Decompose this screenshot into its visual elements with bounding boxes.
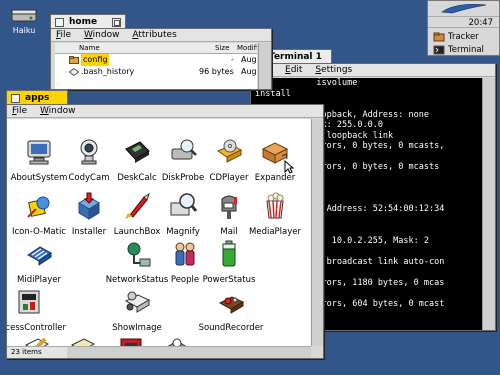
networkstatus-icon bbox=[127, 242, 151, 267]
terminal-scrollbar[interactable] bbox=[482, 78, 495, 330]
installer-icon bbox=[78, 192, 100, 220]
mediaplayer-icon bbox=[266, 192, 284, 219]
home-file-list: Name Size Modified config - Aug 0 .bash_… bbox=[55, 43, 257, 89]
home-window-tab[interactable]: home bbox=[50, 14, 126, 29]
apps-status-bar: 23 items bbox=[7, 346, 67, 358]
showimage-icon bbox=[124, 291, 151, 313]
home-window: File Window Attributes Name Size Modifie… bbox=[50, 28, 272, 90]
app-label: SoundRecorder bbox=[198, 323, 264, 333]
app-processcontroller[interactable]: ProcessController bbox=[7, 287, 73, 333]
file-size: - bbox=[231, 55, 234, 64]
file-size: 96 bytes bbox=[199, 67, 234, 76]
home-window-title: home bbox=[69, 17, 98, 27]
document-icon bbox=[69, 68, 79, 76]
apps-menubar: File Window bbox=[7, 105, 323, 118]
file-row-config[interactable]: config - Aug 0 bbox=[55, 54, 257, 66]
app-showimage[interactable]: ShowImage bbox=[105, 287, 169, 333]
file-name: .bash_history bbox=[81, 67, 135, 76]
home-close-button[interactable] bbox=[55, 18, 64, 27]
home-menu-window[interactable]: Window bbox=[79, 29, 125, 41]
app-label: Expander bbox=[254, 173, 296, 183]
app-label: MediaPlayer bbox=[249, 227, 301, 237]
deskbar-item-tracker[interactable]: Tracker bbox=[432, 31, 479, 43]
cdplayer-icon bbox=[216, 139, 243, 163]
apps-menu-window[interactable]: Window bbox=[35, 105, 81, 117]
file-modified: Aug 0 bbox=[241, 55, 257, 64]
people-icon bbox=[175, 242, 195, 266]
stylededit-icon[interactable] bbox=[23, 335, 51, 346]
terminal-line: install bbox=[255, 88, 291, 99]
hard-disk-icon bbox=[11, 9, 37, 22]
file-name: config bbox=[81, 54, 110, 66]
magnify-icon bbox=[170, 193, 198, 216]
apps-horizontal-scrollbar[interactable] bbox=[67, 346, 311, 358]
apps-vertical-scrollbar[interactable] bbox=[311, 119, 323, 346]
haiku-leaf-logo[interactable] bbox=[438, 2, 490, 15]
apps-window-title: apps bbox=[25, 93, 50, 103]
icon-o-matic-icon bbox=[27, 196, 50, 218]
home-scrollbar[interactable] bbox=[258, 43, 271, 89]
deskbar-clock[interactable]: 20:47 bbox=[428, 16, 499, 28]
file-modified: Aug 0 bbox=[241, 67, 257, 76]
home-menu-attributes[interactable]: Attributes bbox=[127, 29, 181, 41]
app-soundrecorder[interactable]: SoundRecorder bbox=[191, 287, 271, 333]
haiku-desktop-icon[interactable]: Haiku bbox=[6, 6, 42, 36]
tv-icon[interactable] bbox=[117, 335, 145, 346]
terminal-app-icon[interactable] bbox=[69, 335, 97, 346]
apps-icon-grid: AboutSystem CodyCam DeskCalc DiskProbe C… bbox=[7, 119, 311, 346]
app-expander[interactable]: Expander bbox=[243, 137, 307, 183]
column-header-name[interactable]: Name bbox=[79, 43, 100, 53]
apps-close-button[interactable] bbox=[11, 94, 20, 103]
deskbar: 20:47 Tracker Terminal bbox=[427, 0, 500, 56]
deskbar-item-terminal[interactable]: Terminal bbox=[432, 44, 484, 56]
home-menu-file[interactable]: File bbox=[51, 29, 76, 41]
file-row-bash-history[interactable]: .bash_history 96 bytes Aug 0 bbox=[55, 66, 257, 78]
terminal-window-title: Terminal 1 bbox=[269, 52, 322, 62]
processcontroller-icon bbox=[18, 290, 40, 314]
deskbar-item-label: Terminal bbox=[448, 45, 484, 55]
midiplayer-icon bbox=[27, 246, 52, 266]
home-column-header: Name Size Modified bbox=[55, 43, 257, 54]
terminal-menu-settings[interactable]: Settings bbox=[310, 64, 357, 76]
home-zoom-button[interactable] bbox=[112, 18, 121, 27]
app-label: ShowImage bbox=[112, 323, 162, 333]
mouse-pointer-icon bbox=[284, 160, 294, 174]
column-header-modified[interactable]: Modified bbox=[237, 43, 257, 53]
app-label: PowerStatus bbox=[202, 275, 256, 285]
app-midiplayer[interactable]: MidiPlayer bbox=[7, 239, 71, 285]
column-header-size[interactable]: Size bbox=[215, 43, 229, 53]
apps-window-tab[interactable]: apps bbox=[6, 90, 68, 105]
haiku-desktop-label: Haiku bbox=[12, 26, 36, 35]
terminal-menubar: Edit Settings bbox=[251, 64, 495, 77]
apps-window: File Window AboutSystem CodyCam DeskCalc… bbox=[6, 104, 324, 359]
webpositive-icon[interactable] bbox=[163, 335, 191, 346]
mail-icon bbox=[221, 195, 237, 219]
launchbox-icon bbox=[125, 192, 150, 219]
apps-menu-file[interactable]: File bbox=[7, 105, 32, 117]
about-system-icon bbox=[27, 140, 51, 165]
terminal-icon bbox=[433, 45, 445, 55]
tracker-icon bbox=[433, 32, 445, 42]
codycam-icon bbox=[80, 139, 98, 165]
folder-icon bbox=[69, 56, 79, 64]
deskbar-item-label: Tracker bbox=[448, 32, 479, 42]
app-mediaplayer[interactable]: MediaPlayer bbox=[243, 191, 307, 237]
diskprobe-icon bbox=[171, 139, 197, 160]
app-label: MidiPlayer bbox=[17, 275, 61, 285]
app-powerstatus[interactable]: PowerStatus bbox=[197, 239, 261, 285]
app-label: ProcessController bbox=[7, 323, 67, 333]
terminal-line: in isvolume bbox=[255, 78, 358, 88]
home-menubar: File Window Attributes bbox=[51, 29, 271, 42]
powerstatus-icon bbox=[222, 240, 236, 267]
deskcalc-icon bbox=[125, 141, 150, 163]
soundrecorder-icon bbox=[218, 296, 245, 314]
